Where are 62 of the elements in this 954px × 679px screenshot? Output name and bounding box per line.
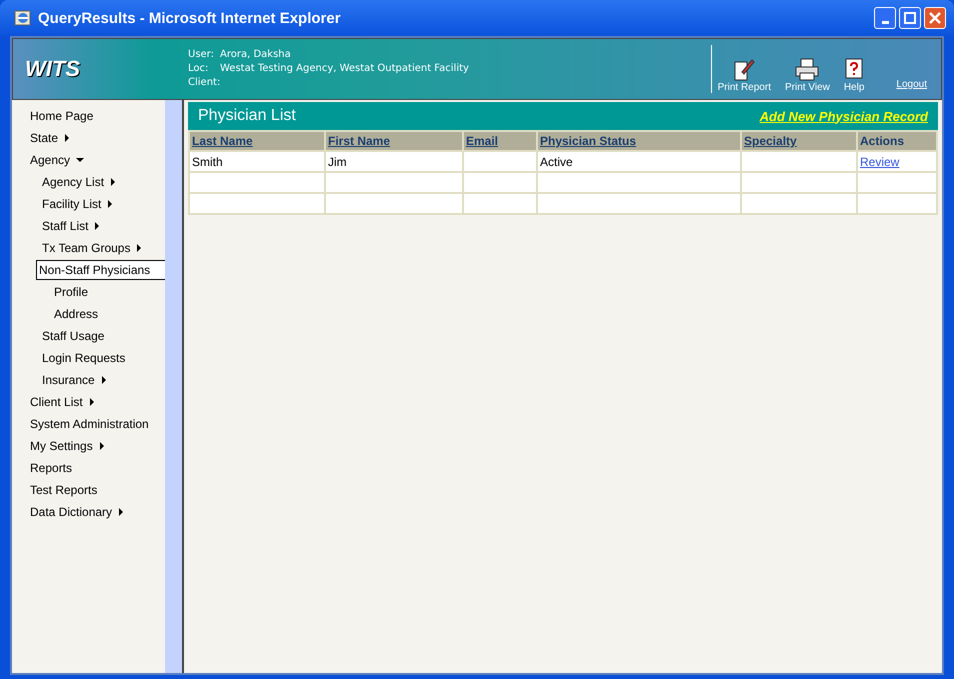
caret-right-icon — [88, 398, 95, 406]
column-header[interactable]: Physician Status — [538, 132, 740, 150]
nav-item[interactable]: Tx Team Groups — [12, 238, 165, 258]
nav-item[interactable]: Address — [12, 304, 165, 324]
panel-title: Physician List — [198, 107, 296, 125]
nav-item[interactable]: Test Reports — [12, 480, 165, 500]
nav-item[interactable]: Login Requests — [12, 348, 165, 368]
maximize-icon — [904, 12, 916, 24]
nav-item[interactable]: Non-Staff Physicians — [36, 260, 165, 280]
nav-item[interactable]: My Settings — [12, 436, 165, 456]
nav-item[interactable]: Profile — [12, 282, 165, 302]
nav-item[interactable]: Staff Usage — [12, 326, 165, 346]
nav-item[interactable]: Data Dictionary — [12, 502, 165, 522]
column-header[interactable]: Email — [464, 132, 536, 150]
printer-icon — [794, 58, 820, 82]
close-button[interactable] — [924, 7, 946, 29]
caret-right-icon — [94, 222, 100, 230]
help-button[interactable]: Help — [844, 58, 864, 93]
nav-item[interactable]: Client List — [12, 392, 165, 412]
nav-item[interactable]: Facility List — [12, 194, 165, 214]
vertical-scrollbar[interactable] — [165, 100, 182, 673]
print-view-button[interactable]: Print View — [784, 58, 830, 93]
table-cell: Active — [538, 152, 740, 171]
nav-item[interactable]: Insurance — [12, 370, 165, 390]
caret-right-icon — [110, 178, 116, 186]
caret-right-icon — [118, 508, 124, 516]
print-report-button[interactable]: Print Report — [718, 58, 771, 93]
location-label: Loc: — [188, 62, 210, 76]
minimize-icon — [882, 20, 888, 24]
nav-item[interactable]: System Administration — [12, 414, 165, 434]
maximize-button[interactable] — [899, 7, 921, 29]
nav-item[interactable]: Reports — [12, 458, 165, 478]
column-header[interactable]: First Name — [326, 132, 462, 150]
column-header: Actions — [858, 132, 936, 150]
review-link[interactable]: Review — [860, 154, 900, 168]
nav-item[interactable]: State — [12, 128, 165, 148]
nav-item[interactable]: Agency List — [12, 172, 165, 192]
client-label: Client: — [188, 76, 220, 90]
caret-down-icon — [76, 157, 84, 163]
caret-right-icon — [107, 200, 114, 208]
caret-right-icon — [136, 244, 142, 252]
caret-right-icon — [98, 442, 105, 450]
window-title: QueryResults - Microsoft Internet Explorer — [38, 10, 342, 26]
user-label: User: — [188, 48, 215, 62]
column-header[interactable]: Last Name — [190, 132, 324, 150]
location-name: Westat Testing Agency, Westat Outpatient Facility — [220, 62, 469, 76]
close-icon — [929, 12, 941, 24]
caret-right-icon — [100, 376, 107, 384]
table-cell: Smith — [190, 152, 324, 171]
nav-item[interactable]: Staff List — [12, 216, 165, 236]
nav-item[interactable]: Home Page — [12, 106, 165, 126]
browser-icon — [14, 9, 32, 27]
minimize-button[interactable] — [874, 7, 896, 29]
column-header[interactable]: Specialty — [742, 132, 856, 150]
user-name: Arora, Daksha — [220, 48, 291, 62]
caret-right-icon — [64, 134, 70, 142]
table-cell — [464, 152, 536, 171]
nav-item[interactable]: Agency — [12, 150, 165, 170]
logo: WITS — [24, 56, 81, 82]
table-cell: Jim — [326, 152, 462, 171]
document-pen-icon — [732, 58, 756, 82]
logout-link[interactable]: Logout — [896, 79, 927, 90]
